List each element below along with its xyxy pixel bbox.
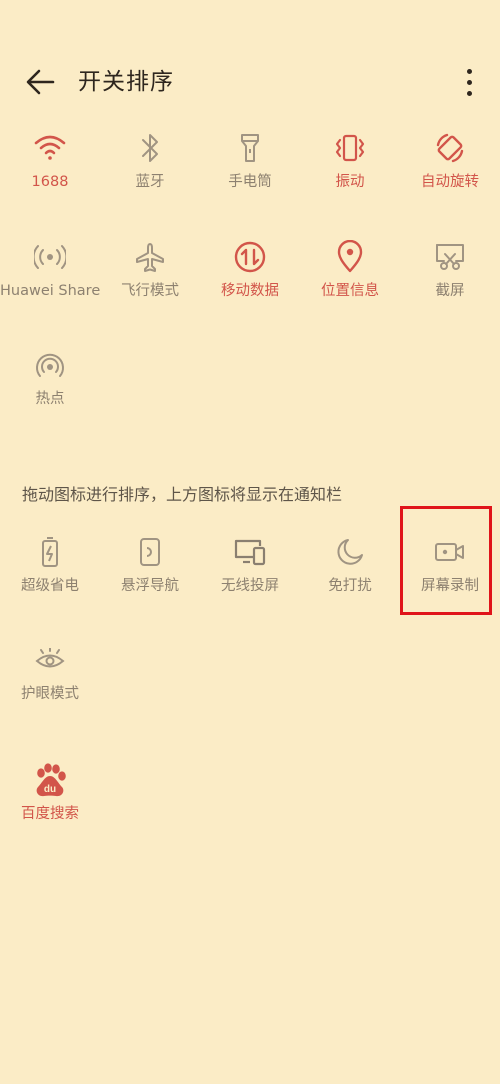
switch-tile-location[interactable]: 位置信息 [300,237,400,337]
switch-tile-do-not-disturb[interactable]: 免打扰 [300,532,400,632]
svg-text:du: du [44,784,56,795]
switch-tile-floating-nav[interactable]: 悬浮导航 [100,532,200,632]
mobile-data-icon [230,237,270,277]
switch-label: 蓝牙 [135,174,165,190]
sort-hint-text: 拖动图标进行排序，上方图标将显示在通知栏 [22,485,343,504]
switch-tile-mobile-data[interactable]: 移动数据 [200,237,300,337]
switch-tile-wireless-projection[interactable]: 无线投屏 [200,532,300,632]
back-button[interactable] [20,62,60,102]
switch-label: 振动 [335,174,365,190]
switch-label: 免打扰 [328,578,372,594]
switch-label: 无线投屏 [221,578,279,594]
huawei-share-icon [30,237,70,277]
switch-tile-auto-rotate[interactable]: 自动旋转 [400,128,500,228]
more-dot [466,90,472,96]
switch-label: 悬浮导航 [121,578,179,594]
page-title: 开关排序 [78,69,174,95]
bluetooth-icon [130,128,170,168]
switch-tile-eye-comfort[interactable]: 护眼模式 [0,640,100,740]
switch-tile-airplane[interactable]: 飞行模式 [100,237,200,337]
switch-tile-huawei-share[interactable]: Huawei Share [0,237,100,337]
more-dot [466,68,472,74]
moon-icon [330,532,370,572]
switch-label: 1688 [31,174,69,190]
switch-label: 移动数据 [221,283,279,299]
switch-tile-battery-saver[interactable]: 超级省电 [0,532,100,632]
switch-label: 截屏 [435,283,465,299]
switch-label: 飞行模式 [121,283,179,299]
airplane-icon [130,237,170,277]
switch-tile-baidu-search[interactable]: du 百度搜索 [0,760,100,860]
flashlight-icon [230,128,270,168]
location-icon [330,237,370,277]
switch-tile-flashlight[interactable]: 手电筒 [200,128,300,228]
floating-nav-icon [130,532,170,572]
wifi-icon [30,128,70,168]
switch-tile-bluetooth[interactable]: 蓝牙 [100,128,200,228]
eye-comfort-icon [30,640,70,680]
switch-label: 超级省电 [21,578,79,594]
hotspot-icon [30,345,70,385]
switch-label: 热点 [35,391,65,407]
baidu-icon: du [30,760,70,800]
wireless-projection-icon [230,532,270,572]
switch-tile-hotspot[interactable]: 热点 [0,345,100,445]
switch-tile-vibrate[interactable]: 振动 [300,128,400,228]
auto-rotate-icon [430,128,470,168]
vibrate-icon [330,128,370,168]
back-arrow-icon [26,69,55,95]
switch-label: 自动旋转 [421,174,479,190]
switch-label: 百度搜索 [21,806,79,822]
switch-tile-screenshot[interactable]: 截屏 [400,237,500,337]
more-options-button[interactable] [454,62,484,102]
switch-label: 手电筒 [228,174,272,190]
screenshot-icon [430,237,470,277]
highlight-box [400,506,492,615]
switch-tile-wifi[interactable]: 1688 [0,128,100,228]
more-dot [466,79,472,85]
switch-label: 护眼模式 [21,686,79,702]
switch-label: 位置信息 [321,283,379,299]
battery-saver-icon [30,532,70,572]
switch-label: Huawei Share [0,283,101,299]
